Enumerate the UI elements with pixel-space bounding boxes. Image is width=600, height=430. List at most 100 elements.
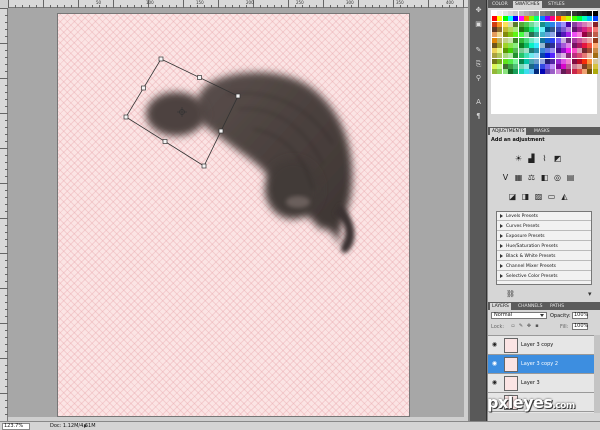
color-swatch[interactable] [518,16,524,22]
color-swatch[interactable] [523,58,529,64]
color-swatch[interactable] [502,58,508,64]
color-swatch[interactable] [582,48,588,54]
color-swatch[interactable] [523,64,529,69]
document-canvas[interactable] [58,14,409,416]
color-swatch[interactable] [523,16,529,22]
color-swatch[interactable] [492,16,497,22]
transform-handle-top[interactable] [197,75,202,80]
color-swatch[interactable] [539,16,545,22]
color-swatch[interactable] [545,53,550,59]
color-swatch[interactable] [497,58,503,64]
gradient-map-icon[interactable]: ▭ [547,192,556,201]
tab-layers[interactable]: LAYERS [490,303,511,310]
color-swatch[interactable] [497,42,503,48]
color-swatch[interactable] [523,26,529,32]
color-swatch[interactable] [502,37,508,43]
move-icon[interactable]: ✥ [473,6,484,15]
color-swatch[interactable] [555,16,561,22]
color-swatch[interactable] [534,26,540,32]
color-swatch[interactable] [592,69,598,75]
color-swatch[interactable] [555,64,561,69]
color-swatch[interactable] [592,21,598,27]
color-swatch[interactable] [550,69,556,75]
color-swatch[interactable] [587,11,593,16]
hue-saturation-icon[interactable]: ▦ [514,173,523,182]
color-swatch[interactable] [529,58,535,64]
photo-filter-icon[interactable]: ◎ [553,173,562,182]
color-swatch[interactable] [507,37,513,43]
color-swatch[interactable] [539,42,545,48]
exposure-icon[interactable]: ◩ [553,154,562,163]
color-swatch[interactable] [550,53,556,59]
color-swatch[interactable] [576,64,582,69]
color-swatch[interactable] [539,48,545,54]
color-swatch[interactable] [518,69,524,75]
color-swatch[interactable] [492,69,497,75]
ruler-vertical[interactable] [0,8,8,421]
color-swatch[interactable] [502,16,508,22]
levels-icon[interactable]: ▟ [527,154,536,163]
black-white-icon[interactable]: ◧ [540,173,549,182]
paragraph-icon[interactable]: ¶ [473,112,484,121]
color-swatch[interactable] [513,26,519,32]
color-swatch[interactable] [545,64,550,69]
color-swatch[interactable] [529,16,535,22]
color-swatch[interactable] [555,69,561,75]
clone-icon[interactable]: ⎘ [473,60,484,69]
color-swatch[interactable] [529,42,535,48]
color-swatch[interactable] [534,11,540,16]
color-swatch[interactable] [587,21,593,27]
color-swatch[interactable] [497,16,503,22]
color-swatch[interactable] [492,37,497,43]
fill-input[interactable]: 100% [572,323,588,330]
layer-row[interactable]: ◉ Layer 3 [488,374,594,393]
color-swatch[interactable] [571,32,577,38]
color-swatch[interactable] [545,37,550,43]
color-swatch[interactable] [555,58,561,64]
color-swatch[interactable] [534,16,540,22]
color-swatch[interactable] [582,53,588,59]
color-swatch[interactable] [560,16,566,22]
color-swatch[interactable] [513,21,519,27]
color-swatch[interactable] [539,11,545,16]
color-swatch[interactable] [560,42,566,48]
color-swatch[interactable] [550,32,556,38]
color-swatch[interactable] [571,16,577,22]
threshold-icon[interactable]: ▨ [534,192,543,201]
ruler-horizontal[interactable]: 50 100 150 200 250 300 350 400 [8,0,468,8]
color-swatch[interactable] [523,21,529,27]
eye-icon[interactable]: ◉ [491,380,498,386]
color-swatch[interactable] [523,53,529,59]
color-swatch[interactable] [529,37,535,43]
color-swatch[interactable] [582,58,588,64]
zoom-field[interactable]: 123.7% [2,423,30,430]
color-swatch[interactable] [582,37,588,43]
color-swatch[interactable] [555,37,561,43]
color-swatch[interactable] [560,58,566,64]
blend-mode-select[interactable]: Normal [491,312,547,319]
color-swatch[interactable] [576,11,582,16]
color-swatch[interactable] [587,26,593,32]
tab-channels[interactable]: CHANNELS [516,303,545,310]
lock-transparent-icon[interactable]: ▫ [510,323,516,329]
color-swatch[interactable] [523,37,529,43]
color-swatch[interactable] [582,21,588,27]
color-swatch[interactable] [560,11,566,16]
color-swatch[interactable] [534,69,540,75]
color-swatch[interactable] [518,58,524,64]
color-swatch[interactable] [492,26,497,32]
color-swatch[interactable] [534,32,540,38]
color-swatch[interactable] [534,64,540,69]
color-swatch[interactable] [587,37,593,43]
color-swatch[interactable] [545,26,550,32]
color-swatch[interactable] [571,69,577,75]
color-swatch[interactable] [545,48,550,54]
color-swatch[interactable] [507,21,513,27]
color-swatch[interactable] [502,42,508,48]
color-swatch[interactable] [513,58,519,64]
transform-handle-top-left[interactable] [158,56,164,62]
color-swatch[interactable] [492,64,497,69]
color-swatch[interactable] [492,32,497,38]
tab-masks[interactable]: MASKS [532,128,552,135]
color-swatch[interactable] [523,42,529,48]
